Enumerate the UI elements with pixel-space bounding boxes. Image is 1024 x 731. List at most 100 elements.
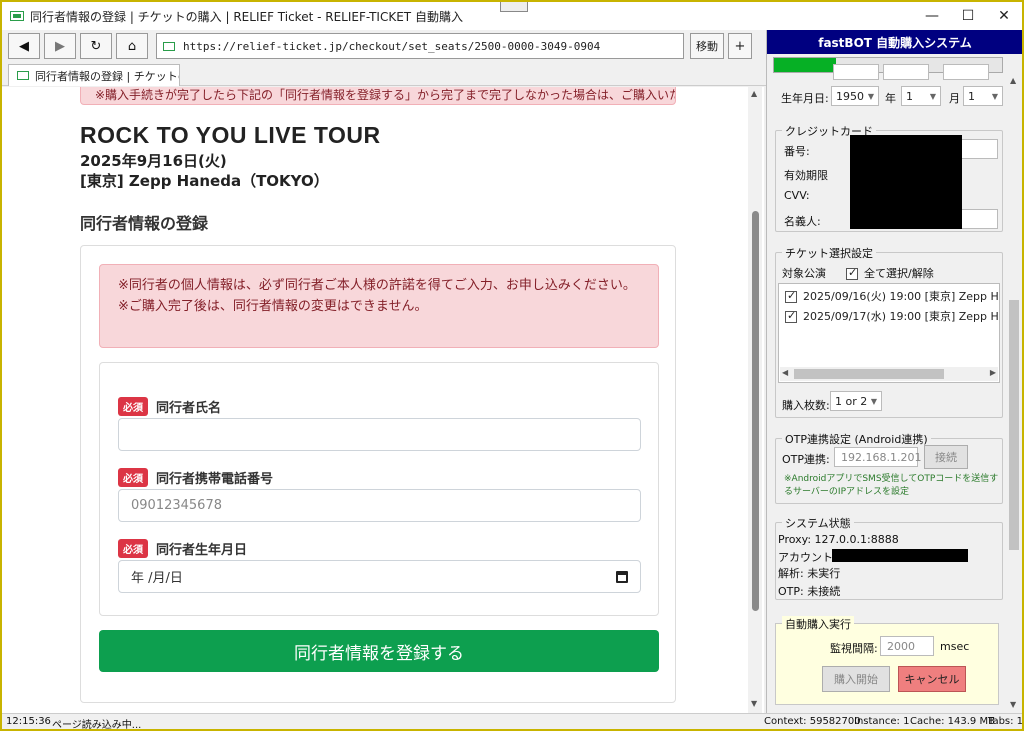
go-button[interactable]: 移動 — [690, 33, 724, 59]
required-badge: 必須 — [118, 539, 148, 558]
back-button[interactable]: ◀ — [8, 33, 40, 59]
companion-name-input[interactable] — [118, 418, 641, 451]
status-cache: Cache: 143.9 MB — [910, 716, 995, 727]
status-message: ページ読み込み中... — [52, 720, 142, 731]
tab-label: 同行者情報の登録 | チケットの... — [35, 69, 179, 83]
list-scroll-thumb[interactable] — [794, 369, 944, 379]
chevron-down-icon: ▼ — [929, 91, 936, 101]
companion-birthdate-input[interactable]: 年 /月/日 — [118, 560, 641, 593]
ticket-settings-group: チケット選択設定 対象公演 全て選択/解除 2025/09/16(火) 19:0… — [775, 245, 1003, 418]
partial-input-1[interactable] — [833, 64, 879, 80]
birth-day-value: 1 — [968, 89, 975, 103]
close-button[interactable]: ✕ — [986, 2, 1022, 30]
address-bar[interactable]: https://relief-ticket.jp/checkout/set_se… — [156, 33, 684, 59]
birth-day-select[interactable]: 1 ▼ — [963, 86, 1003, 106]
otp-note: ※AndroidアプリでSMS受信してOTPコードを送信するサーバーのIPアドレ… — [784, 474, 999, 497]
otp-label: OTP連携: — [782, 453, 830, 466]
otp-settings-title: OTP連携設定 (Android連携) — [782, 431, 931, 447]
panel-header: fastBOT 自動購入システム — [767, 30, 1022, 54]
partial-input-2[interactable] — [883, 64, 929, 80]
reload-button[interactable]: ↻ — [80, 33, 112, 59]
otp-status: OTP: 未接続 — [778, 585, 841, 598]
card-expiry-label: 有効期限 — [784, 169, 828, 182]
title-bar: 同行者情報の登録 | チケットの購入 | RELIEF Ticket - REL… — [2, 2, 1022, 30]
select-all-label: 全て選択/解除 — [864, 267, 934, 280]
phone-label-text: 同行者携帯電話番号 — [156, 472, 274, 487]
required-badge: 必須 — [118, 397, 148, 416]
companion-phone-input[interactable]: 09012345678 — [118, 489, 641, 522]
qty-select[interactable]: 1 or 2 ▼ — [830, 391, 882, 411]
interval-unit: msec — [940, 640, 970, 653]
list-hscrollbar[interactable]: ◀ ▶ — [780, 367, 998, 381]
otp-connect-button[interactable]: 接続 — [924, 445, 968, 469]
web-content: ※購入手続きが完了したら下記の「同行者情報を登録する」から完了まで完了しなかった… — [2, 87, 764, 713]
drag-handle[interactable] — [500, 2, 528, 12]
new-tab-button[interactable]: + — [728, 33, 752, 59]
checkbox-icon — [785, 309, 797, 323]
select-all-checkbox[interactable]: 全て選択/解除 — [846, 265, 934, 281]
calendar-icon[interactable] — [616, 570, 628, 583]
tab-strip: 同行者情報の登録 | チケットの... — [2, 62, 766, 86]
list-item[interactable]: 2025/09/16(火) 19:00 [東京] Zepp Haneda — [785, 288, 999, 304]
auto-purchase-group: 自動購入実行 監視間隔: 2000 msec 購入開始 キャンセル — [775, 616, 999, 705]
page-scroll-thumb[interactable] — [752, 211, 759, 611]
app-window: 同行者情報の登録 | チケットの購入 | RELIEF Ticket - REL… — [0, 0, 1024, 731]
register-companion-button[interactable]: 同行者情報を登録する — [99, 630, 659, 672]
credit-card-group: クレジットカード 番号: 有効期限 CVV: 名義人: — [775, 123, 1003, 232]
panel-scrollbar[interactable]: ▲ ▼ — [1007, 74, 1021, 713]
list-item[interactable]: 2025/09/17(水) 19:00 [東京] Zepp Haneda — [785, 308, 999, 324]
name-label-text: 同行者氏名 — [156, 401, 222, 416]
forward-button[interactable]: ▶ — [44, 33, 76, 59]
tab-active[interactable]: 同行者情報の登録 | チケットの... — [8, 64, 180, 86]
scroll-up-icon[interactable]: ▲ — [1010, 76, 1016, 85]
qty-label: 購入枚数: — [782, 399, 830, 412]
birth-label-text: 同行者生年月日 — [156, 543, 248, 558]
card-number-input[interactable] — [958, 139, 998, 159]
page-scrollbar[interactable]: ▲ ▼ — [748, 87, 762, 713]
birth-year-select[interactable]: 1950 ▼ — [831, 86, 879, 106]
event-date: 2025年9月16日(火) — [80, 152, 227, 170]
checkbox-icon — [785, 289, 797, 303]
status-bar: 12:15:36 ページ読み込み中... Context: 59582700 I… — [2, 713, 1023, 731]
performance-list[interactable]: 2025/09/16(火) 19:00 [東京] Zepp Haneda 202… — [778, 283, 1000, 383]
partial-input-3[interactable] — [943, 64, 989, 80]
scroll-down-icon[interactable]: ▼ — [1010, 700, 1016, 709]
scroll-right-icon[interactable]: ▶ — [990, 368, 996, 377]
scroll-left-icon[interactable]: ◀ — [782, 368, 788, 377]
panel-scroll-thumb[interactable] — [1009, 300, 1019, 550]
auto-purchase-title: 自動購入実行 — [782, 616, 854, 632]
birth-month-value: 1 — [906, 89, 913, 103]
start-purchase-button[interactable]: 購入開始 — [822, 666, 890, 692]
section-title: 同行者情報の登録 — [80, 214, 209, 233]
system-status-title: システム状態 — [782, 515, 854, 531]
maximize-button[interactable]: ☐ — [950, 2, 986, 30]
status-context: Context: 59582700 — [764, 716, 861, 727]
interval-input[interactable]: 2000 — [880, 636, 934, 656]
birth-month-select[interactable]: 1 ▼ — [901, 86, 941, 106]
otp-settings-group: OTP連携設定 (Android連携) OTP連携: 192.168.1.201… — [775, 431, 1003, 504]
fastbot-panel: fastBOT 自動購入システム 生年月日: 1950 ▼ 年 1 ▼ 月 1 ▼ ク… — [766, 30, 1022, 713]
companion-form-card: ※同行者の個人情報は、必ず同行者ご本人様の許諾を得てご入力、お申し込みください。… — [80, 245, 676, 703]
otp-ip-input[interactable]: 192.168.1.201 — [834, 447, 921, 467]
scroll-down-icon[interactable]: ▼ — [751, 699, 757, 708]
app-icon — [10, 11, 24, 21]
site-icon — [163, 41, 175, 51]
chevron-down-icon: ▼ — [991, 91, 998, 101]
phone-label: 必須 同行者携帯電話番号 — [118, 468, 273, 487]
progress-fill — [774, 58, 836, 72]
home-button[interactable]: ⌂ — [116, 33, 148, 59]
card-holder-input[interactable] — [958, 209, 998, 229]
event-venue: [東京] Zepp Haneda（TOKYO） — [80, 172, 329, 190]
cancel-button[interactable]: キャンセル — [898, 666, 966, 692]
event-title: ROCK TO YOU LIVE TOUR — [80, 122, 381, 148]
performance-1-label: 2025/09/16(火) 19:00 [東京] Zepp Haneda — [803, 290, 999, 303]
scroll-up-icon[interactable]: ▲ — [751, 89, 757, 98]
status-instance: Instance: 1 — [854, 716, 910, 727]
minimize-button[interactable]: — — [914, 2, 950, 30]
navigation-bar: ◀ ▶ ↻ ⌂ https://relief-ticket.jp/checkou… — [2, 30, 766, 62]
required-badge: 必須 — [118, 468, 148, 487]
proxy-status: Proxy: 127.0.0.1:8888 — [778, 533, 899, 546]
card-cvv-label: CVV: — [784, 189, 810, 202]
companion-fields: 必須 同行者氏名 必須 同行者携帯電話番号 09012345678 必須 同行者… — [99, 362, 659, 616]
card-holder-label: 名義人: — [784, 215, 821, 228]
